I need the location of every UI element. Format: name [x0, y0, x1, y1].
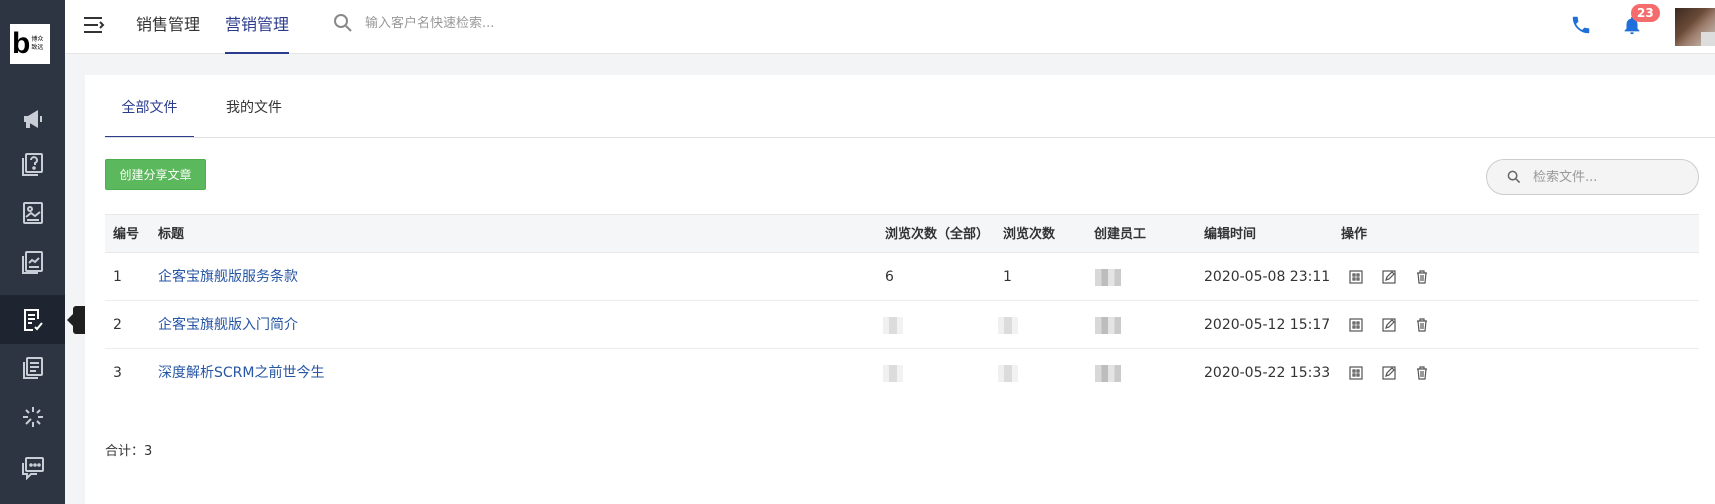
trash-icon[interactable]: [1414, 365, 1430, 381]
row-edit-time: 2020-05-08 23:11: [1204, 269, 1331, 285]
views-all-blurred: [883, 365, 903, 382]
col-actions: 操作: [1341, 227, 1368, 242]
chart-doc-icon: [21, 250, 43, 274]
creator-avatar-blurred: [1095, 365, 1121, 382]
nav-tab-marketing[interactable]: 营销管理: [225, 0, 290, 54]
tab-my-files[interactable]: 我的文件: [226, 75, 282, 138]
sidebar-item-news[interactable]: [0, 343, 65, 392]
qrcode-icon[interactable]: [1348, 317, 1364, 333]
nav-tab-sales[interactable]: 销售管理: [136, 0, 200, 54]
customer-search-input[interactable]: [365, 15, 565, 31]
sidebar-item-campaign[interactable]: [0, 94, 65, 143]
share-article-icon: [23, 308, 43, 331]
trash-icon[interactable]: [1414, 317, 1430, 333]
main-panel: 全部文件 我的文件 创建分享文章 编号 标题 浏览次数（全部） 浏览次数 创建员…: [85, 75, 1715, 504]
creator-avatar-blurred: [1095, 317, 1121, 334]
edit-icon[interactable]: [1381, 365, 1397, 381]
file-search-box: [1486, 159, 1699, 195]
row-edit-time: 2020-05-22 15:33: [1204, 365, 1331, 381]
views-blurred: [998, 317, 1018, 334]
total-count: 合计：3: [105, 444, 153, 459]
col-title: 标题: [158, 227, 185, 242]
sidebar-item-images[interactable]: [0, 188, 65, 237]
table-row: 2 企客宝旗舰版入门简介 2020-05-12 15:17: [105, 301, 1699, 349]
col-id: 编号: [113, 227, 140, 242]
click-icon: [22, 406, 43, 427]
row-views: 1: [1003, 269, 1012, 285]
megaphone-icon: [23, 109, 42, 128]
menu-toggle-icon[interactable]: [83, 15, 105, 35]
table-row: 3 深度解析SCRM之前世今生 2020-05-22 15:33: [105, 349, 1699, 397]
row-id: 3: [113, 365, 122, 381]
sidebar-item-clicks[interactable]: [0, 392, 65, 441]
phone-icon[interactable]: [1570, 14, 1592, 36]
articles-table: 编号 标题 浏览次数（全部） 浏览次数 创建员工 编辑时间 操作 1 企客宝旗舰…: [105, 214, 1699, 397]
col-edit-time: 编辑时间: [1204, 227, 1257, 242]
creator-avatar-blurred: [1095, 269, 1121, 286]
qrcode-icon[interactable]: [1348, 365, 1364, 381]
notification-badge: 23: [1631, 4, 1660, 22]
search-icon: [1507, 170, 1521, 184]
table-row: 1 企客宝旗舰版服务条款 6 1 2020-05-08 23:11: [105, 253, 1699, 301]
col-creator: 创建员工: [1094, 227, 1147, 242]
row-title-link[interactable]: 深度解析SCRM之前世今生: [158, 349, 324, 397]
edit-icon[interactable]: [1381, 317, 1397, 333]
col-views: 浏览次数: [1003, 227, 1056, 242]
sidebar-item-reports[interactable]: [0, 237, 65, 286]
logo-letter: b: [12, 27, 31, 60]
row-title-link[interactable]: 企客宝旗舰版服务条款: [158, 253, 298, 301]
image-doc-icon: [22, 201, 43, 224]
logo-line1: 博众: [31, 36, 44, 43]
views-blurred: [998, 365, 1018, 382]
logo-text: 博众 致远: [31, 36, 43, 52]
help-doc-icon: [21, 152, 43, 176]
edit-icon[interactable]: [1381, 269, 1397, 285]
news-doc-icon: [22, 356, 43, 379]
logo-line2: 致远: [31, 44, 44, 51]
top-bar: 销售管理 营销管理 23: [65, 0, 1715, 54]
row-id: 1: [113, 269, 122, 285]
table-header: 编号 标题 浏览次数（全部） 浏览次数 创建员工 编辑时间 操作: [105, 214, 1699, 253]
row-edit-time: 2020-05-12 15:17: [1204, 317, 1331, 333]
sidebar-item-share-article[interactable]: [0, 295, 65, 344]
col-views-all: 浏览次数（全部）: [885, 227, 990, 242]
qrcode-icon[interactable]: [1348, 269, 1364, 285]
views-all-blurred: [883, 317, 903, 334]
quick-search: [333, 13, 565, 33]
row-title-link[interactable]: 企客宝旗舰版入门简介: [158, 301, 298, 349]
trash-icon[interactable]: [1414, 269, 1430, 285]
message-icon: [21, 456, 44, 480]
search-icon: [334, 14, 352, 32]
file-search-input[interactable]: [1533, 169, 1683, 185]
row-id: 2: [113, 317, 122, 333]
brand-logo[interactable]: b 博众 致远: [10, 24, 50, 64]
tabs-divider: [105, 137, 1715, 138]
avatar[interactable]: [1675, 8, 1715, 46]
create-share-article-button[interactable]: 创建分享文章: [105, 159, 206, 190]
sidebar: b 博众 致远: [0, 0, 65, 504]
sidebar-item-help[interactable]: [0, 139, 65, 188]
row-views-all: 6: [885, 269, 894, 285]
sidebar-item-messages[interactable]: [0, 443, 65, 492]
tab-all-files[interactable]: 全部文件: [105, 75, 194, 138]
